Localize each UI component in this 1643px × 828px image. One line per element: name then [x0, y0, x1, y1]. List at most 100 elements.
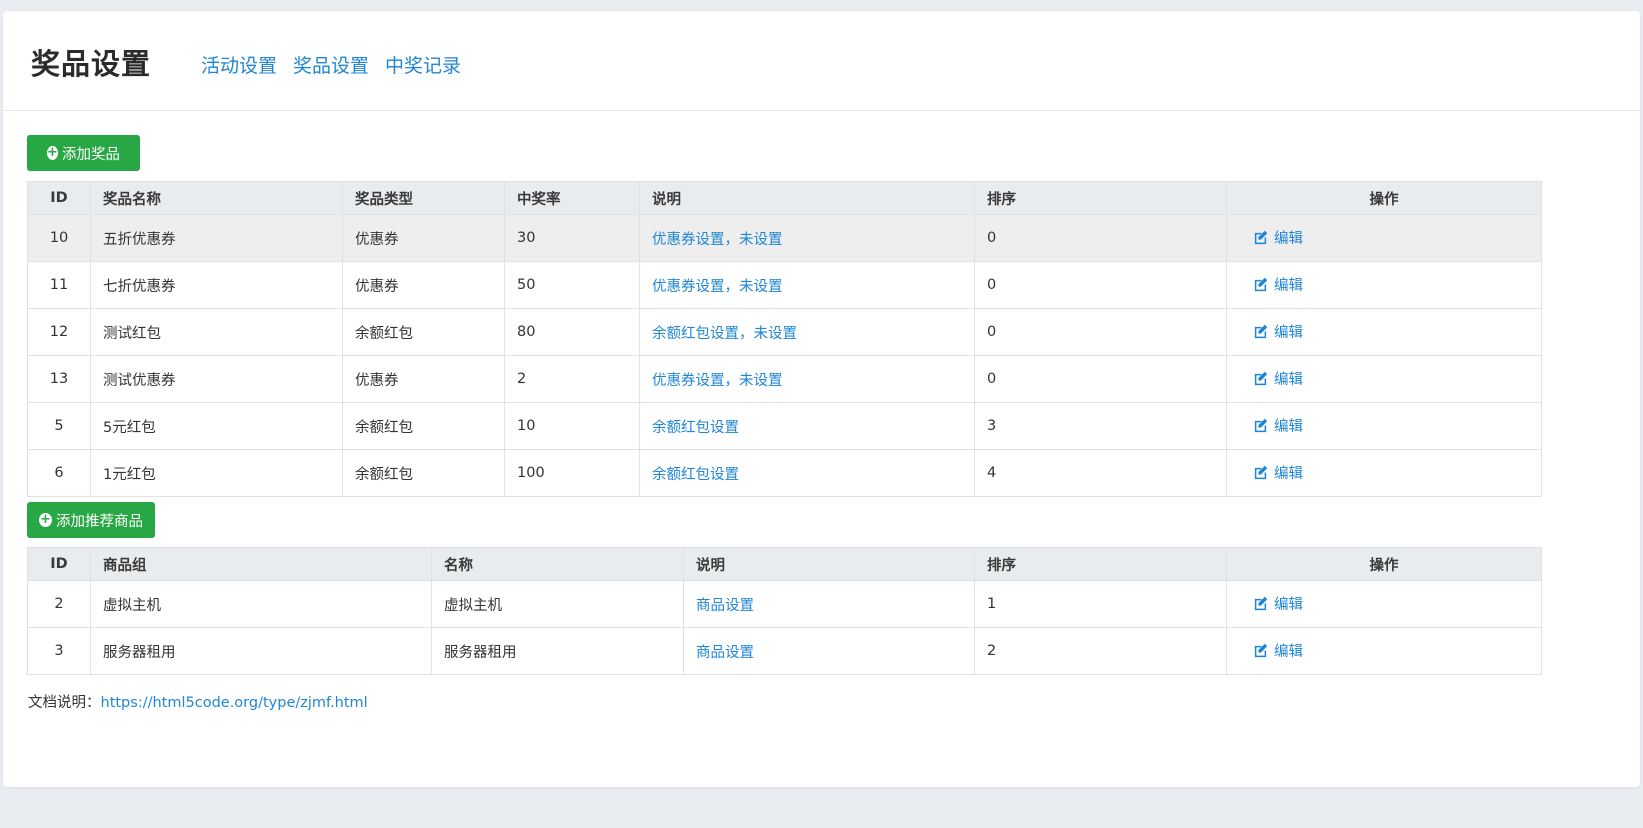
- add-product-label: 添加推荐商品: [56, 513, 143, 530]
- cell-desc: 优惠券设置，未设置: [639, 261, 975, 309]
- edit-label: 编辑: [1274, 597, 1303, 613]
- nav-winning-records[interactable]: 中奖记录: [385, 51, 461, 78]
- cell-id: 12: [27, 308, 91, 356]
- cell-group: 虚拟主机: [90, 580, 432, 628]
- edit-icon: [1254, 324, 1268, 339]
- table-row: 2 虚拟主机 虚拟主机 商品设置 1 编辑: [27, 580, 1542, 628]
- col-prize-name: 奖品名称: [90, 181, 343, 215]
- edit-label: 编辑: [1274, 231, 1303, 247]
- add-recommended-product-button[interactable]: + 添加推荐商品: [27, 502, 155, 538]
- cell-type: 余额红包: [342, 402, 505, 450]
- col-action: 操作: [1226, 547, 1542, 581]
- col-action: 操作: [1226, 181, 1542, 215]
- col-sort: 排序: [974, 547, 1227, 581]
- add-prize-label: 添加奖品: [62, 146, 120, 163]
- table-row: 10 五折优惠券 优惠券 30 优惠券设置，未设置 0 编辑: [27, 214, 1542, 262]
- cell-rate: 30: [504, 214, 640, 262]
- page-title: 奖品设置: [31, 47, 152, 81]
- col-id: ID: [27, 181, 91, 215]
- product-table: ID 商品组 名称 说明 排序 操作 2 虚拟主机 虚拟主机 商品设置 1 编辑: [27, 547, 1542, 675]
- edit-button[interactable]: 编辑: [1253, 368, 1303, 389]
- cell-sort: 2: [974, 627, 1227, 675]
- cell-action: 编辑: [1226, 580, 1542, 628]
- cell-desc: 余额红包设置，未设置: [639, 308, 975, 356]
- desc-link[interactable]: 优惠券设置，未设置: [652, 373, 783, 389]
- cell-name: 1元红包: [90, 449, 343, 497]
- cell-action: 编辑: [1226, 355, 1542, 403]
- plus-circle-icon: +: [39, 512, 52, 527]
- cell-action: 编辑: [1226, 261, 1542, 309]
- table-row: 3 服务器租用 服务器租用 商品设置 2 编辑: [27, 627, 1542, 675]
- table-row: 5 5元红包 余额红包 10 余额红包设置 3 编辑: [27, 402, 1542, 450]
- cell-action: 编辑: [1226, 627, 1542, 675]
- cell-id: 6: [27, 449, 91, 497]
- page-header: 奖品设置 活动设置 奖品设置 中奖记录: [3, 11, 1640, 111]
- edit-icon: [1254, 418, 1268, 433]
- col-sort: 排序: [974, 181, 1227, 215]
- edit-button[interactable]: 编辑: [1253, 640, 1303, 661]
- desc-link[interactable]: 余额红包设置，未设置: [652, 326, 797, 342]
- edit-button[interactable]: 编辑: [1253, 227, 1303, 248]
- cell-id: 10: [27, 214, 91, 262]
- nav-activity-settings[interactable]: 活动设置: [201, 51, 277, 78]
- cell-sort: 0: [974, 261, 1227, 309]
- plus-circle-icon: +: [47, 145, 58, 160]
- cell-desc: 优惠券设置，未设置: [639, 214, 975, 262]
- col-product-group: 商品组: [90, 547, 432, 581]
- cell-name: 虚拟主机: [431, 580, 684, 628]
- cell-sort: 4: [974, 449, 1227, 497]
- cell-rate: 80: [504, 308, 640, 356]
- cell-sort: 0: [974, 355, 1227, 403]
- table-row: 12 测试红包 余额红包 80 余额红包设置，未设置 0 编辑: [27, 308, 1542, 356]
- edit-icon: [1254, 465, 1268, 480]
- desc-link[interactable]: 优惠券设置，未设置: [652, 279, 783, 295]
- cell-group: 服务器租用: [90, 627, 432, 675]
- edit-button[interactable]: 编辑: [1253, 274, 1303, 295]
- cell-id: 13: [27, 355, 91, 403]
- edit-button[interactable]: 编辑: [1253, 593, 1303, 614]
- desc-link[interactable]: 余额红包设置: [652, 420, 739, 436]
- cell-rate: 10: [504, 402, 640, 450]
- desc-link[interactable]: 商品设置: [696, 598, 754, 614]
- cell-name: 测试优惠券: [90, 355, 343, 403]
- cell-action: 编辑: [1226, 449, 1542, 497]
- cell-id: 3: [27, 627, 91, 675]
- cell-desc: 优惠券设置，未设置: [639, 355, 975, 403]
- edit-label: 编辑: [1274, 278, 1303, 294]
- product-table-header: ID 商品组 名称 说明 排序 操作: [27, 547, 1542, 581]
- cell-sort: 0: [974, 308, 1227, 356]
- edit-label: 编辑: [1274, 372, 1303, 388]
- cell-type: 余额红包: [342, 449, 505, 497]
- cell-type: 优惠券: [342, 355, 505, 403]
- col-name: 名称: [431, 547, 684, 581]
- cell-name: 服务器租用: [431, 627, 684, 675]
- cell-desc: 商品设置: [683, 580, 975, 628]
- cell-name: 5元红包: [90, 402, 343, 450]
- desc-link[interactable]: 余额红包设置: [652, 467, 739, 483]
- edit-icon: [1254, 371, 1268, 386]
- desc-link[interactable]: 优惠券设置，未设置: [652, 232, 783, 248]
- cell-rate: 100: [504, 449, 640, 497]
- edit-button[interactable]: 编辑: [1253, 462, 1303, 483]
- cell-rate: 50: [504, 261, 640, 309]
- table-row: 6 1元红包 余额红包 100 余额红包设置 4 编辑: [27, 449, 1542, 497]
- edit-button[interactable]: 编辑: [1253, 321, 1303, 342]
- add-prize-button[interactable]: + 添加奖品: [27, 135, 140, 171]
- cell-rate: 2: [504, 355, 640, 403]
- edit-icon: [1254, 277, 1268, 292]
- doc-link[interactable]: https://html5code.org/type/zjmf.html: [101, 695, 368, 711]
- edit-button[interactable]: 编辑: [1253, 415, 1303, 436]
- cell-sort: 1: [974, 580, 1227, 628]
- cell-sort: 3: [974, 402, 1227, 450]
- nav-prize-settings[interactable]: 奖品设置: [293, 51, 369, 78]
- edit-icon: [1254, 643, 1268, 658]
- doc-note: 文档说明：https://html5code.org/type/zjmf.htm…: [28, 691, 368, 712]
- edit-icon: [1254, 230, 1268, 245]
- prize-table: ID 奖品名称 奖品类型 中奖率 说明 排序 操作 10 五折优惠券 优惠券 3…: [27, 181, 1542, 497]
- col-description: 说明: [683, 547, 975, 581]
- edit-icon: [1254, 596, 1268, 611]
- cell-type: 优惠券: [342, 214, 505, 262]
- cell-id: 5: [27, 402, 91, 450]
- desc-link[interactable]: 商品设置: [696, 645, 754, 661]
- cell-id: 11: [27, 261, 91, 309]
